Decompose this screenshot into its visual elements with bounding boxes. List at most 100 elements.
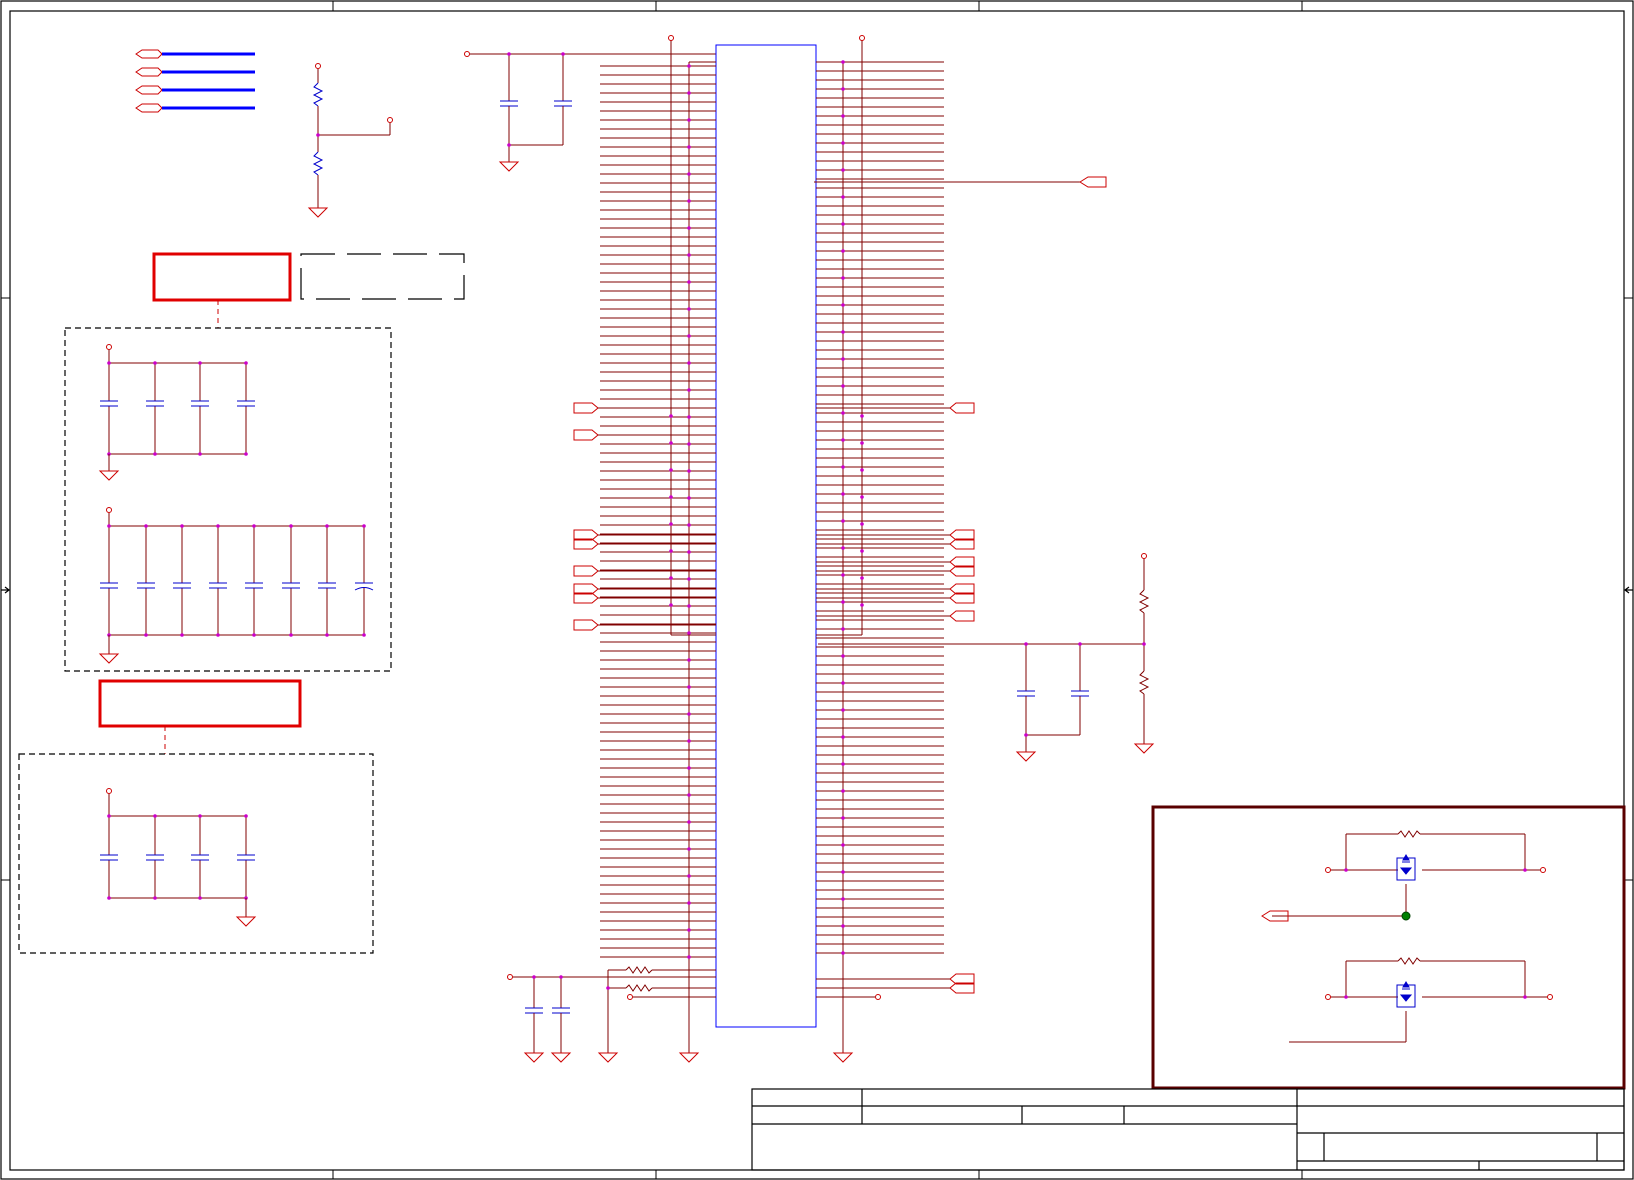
junction-dot [687, 226, 691, 230]
junction-dot [687, 901, 691, 905]
junction-dot [687, 712, 691, 716]
junction-dot [198, 452, 202, 456]
junction-dot [841, 492, 845, 496]
junction-dot [860, 603, 864, 607]
junction-dot [687, 658, 691, 662]
junction-dot [841, 870, 845, 874]
junction-dot [687, 604, 691, 608]
junction-dot [198, 814, 202, 818]
junction-dot [841, 222, 845, 226]
junction-dot [669, 414, 673, 418]
junction-dot [841, 141, 845, 145]
junction-dot [180, 524, 184, 528]
junction-dot [687, 145, 691, 149]
junction-dot [153, 896, 157, 900]
junction-dot [669, 522, 673, 526]
junction-dot [841, 249, 845, 253]
junction-dot [289, 524, 293, 528]
junction-dot [841, 276, 845, 280]
junction-dot [687, 496, 691, 500]
junction-dot [841, 303, 845, 307]
junction-dot [687, 928, 691, 932]
junction-dot [198, 896, 202, 900]
junction-dot [107, 814, 111, 818]
junction-dot [841, 465, 845, 469]
junction-dot [687, 388, 691, 392]
junction-dot [252, 524, 256, 528]
junction-dot [687, 415, 691, 419]
junction-dot [687, 199, 691, 203]
junction-dot [841, 546, 845, 550]
junction-dot [687, 523, 691, 527]
junction-dot [687, 685, 691, 689]
junction-dot [687, 91, 691, 95]
junction-dot [180, 633, 184, 637]
junction-dot [669, 603, 673, 607]
junction-dot [153, 452, 157, 456]
junction-dot [841, 735, 845, 739]
junction-dot [687, 847, 691, 851]
junction-dot [687, 793, 691, 797]
junction-dot [687, 955, 691, 959]
junction-dot [687, 739, 691, 743]
junction-dot [244, 361, 248, 365]
junction-dot [841, 924, 845, 928]
junction-dot [841, 60, 845, 64]
junction-dot [841, 195, 845, 199]
junction-dot [841, 789, 845, 793]
junction-dot [289, 633, 293, 637]
junction-dot [841, 843, 845, 847]
net-junction [1401, 911, 1411, 921]
junction-dot [687, 253, 691, 257]
junction-dot [841, 438, 845, 442]
junction-dot [687, 469, 691, 473]
junction-dot [244, 814, 248, 818]
junction-dot [687, 631, 691, 635]
junction-dot [687, 307, 691, 311]
junction-dot [860, 549, 864, 553]
junction-dot [669, 441, 673, 445]
junction-dot [325, 524, 329, 528]
junction-dot [841, 519, 845, 523]
junction-dot [669, 468, 673, 472]
junction-dot [841, 681, 845, 685]
junction-dot [107, 896, 111, 900]
junction-dot [860, 414, 864, 418]
junction-dot [841, 951, 845, 955]
junction-dot [687, 64, 691, 68]
junction-dot [198, 361, 202, 365]
junction-dot [153, 361, 157, 365]
junction-dot [841, 330, 845, 334]
junction-dot [107, 361, 111, 365]
junction-dot [860, 495, 864, 499]
junction-dot [362, 633, 366, 637]
junction-dot [841, 168, 845, 172]
junction-dot [144, 633, 148, 637]
junction-dot [841, 384, 845, 388]
junction-dot [860, 468, 864, 472]
junction-dot [687, 361, 691, 365]
junction-dot [841, 114, 845, 118]
junction-dot [687, 874, 691, 878]
junction-dot [153, 814, 157, 818]
junction-dot [687, 172, 691, 176]
junction-dot [860, 522, 864, 526]
junction-dot [841, 762, 845, 766]
junction-dot [687, 442, 691, 446]
junction-dot [687, 280, 691, 284]
schematic-canvas [0, 0, 1634, 1180]
junction-dot [687, 577, 691, 581]
junction-dot [687, 118, 691, 122]
junction-dot [216, 633, 220, 637]
junction-dot [841, 816, 845, 820]
junction-dot [216, 524, 220, 528]
junction-dot [669, 549, 673, 553]
junction-dot [841, 573, 845, 577]
junction-dot [362, 524, 366, 528]
junction-dot [687, 820, 691, 824]
junction-dot [244, 452, 248, 456]
junction-dot [841, 627, 845, 631]
schematic-sheet [0, 0, 1634, 1180]
junction-dot [669, 576, 673, 580]
junction-dot [687, 766, 691, 770]
